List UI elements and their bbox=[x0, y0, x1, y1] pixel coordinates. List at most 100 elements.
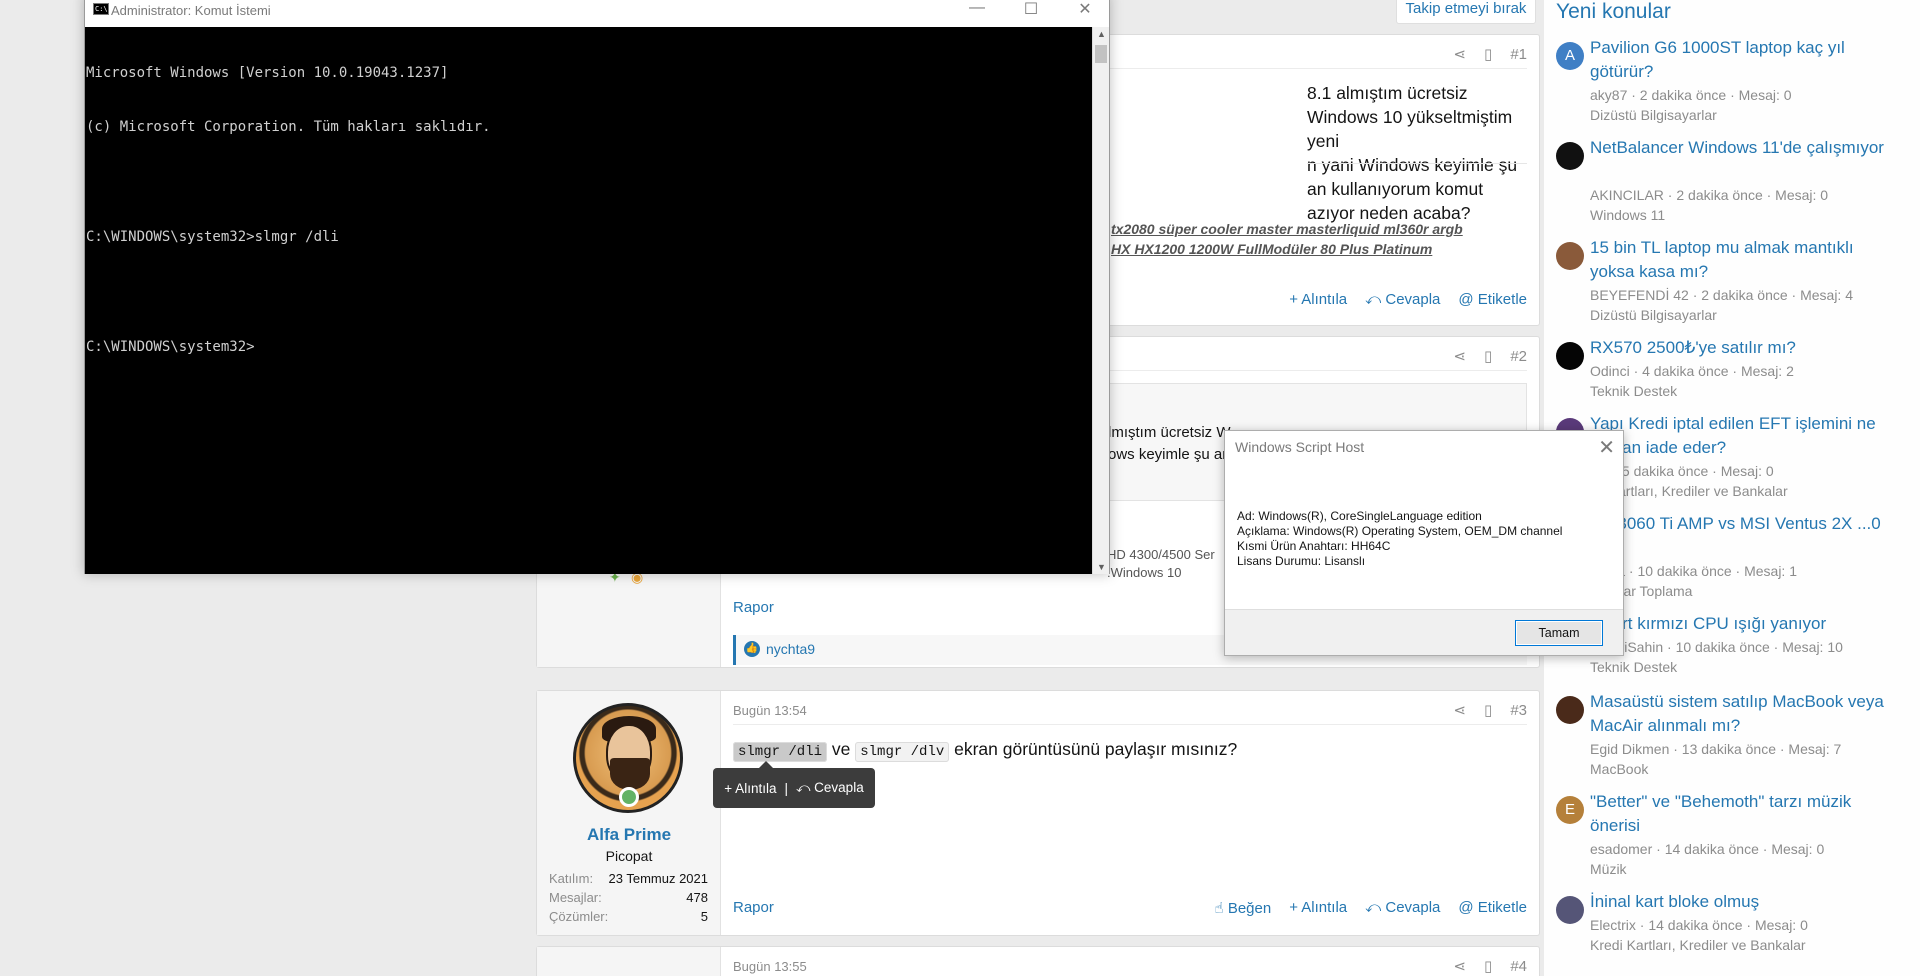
post-number[interactable]: #4 bbox=[1510, 958, 1527, 975]
post-date[interactable]: Bugün 13:55 bbox=[733, 959, 807, 974]
thread-title-link[interactable]: "Better" ve "Behemoth" tarzı müzik öneri… bbox=[1590, 790, 1890, 838]
cmd-console[interactable]: Microsoft Windows [Version 10.0.19043.12… bbox=[85, 27, 1093, 574]
maximize-icon[interactable]: ☐ bbox=[1011, 0, 1051, 19]
post-date[interactable]: Bugün 13:54 bbox=[733, 703, 807, 718]
inline-code: slmgr /dli bbox=[733, 742, 828, 762]
tooltip-quote-button[interactable]: + Alıntıla bbox=[724, 781, 776, 796]
thread-item[interactable]: NetBalancer Windows 11'de çalışmıyor AKIN… bbox=[1556, 136, 1916, 232]
avatar[interactable] bbox=[1556, 142, 1584, 170]
stat-row: Katılım: 23 Temmuz 2021 bbox=[549, 869, 708, 888]
thread-title-link[interactable]: ...kart kırmızı CPU ışığı yanıyor bbox=[1590, 612, 1890, 636]
selection-tooltip: + Alıntıla | ⤺ Cevapla bbox=[713, 761, 875, 808]
license-line: Lisans Durumu: Lisanslı bbox=[1237, 554, 1366, 568]
post-header: Bugün 13:54 ⋖ ▯ #3 bbox=[733, 699, 1527, 725]
user-title: Picopat bbox=[605, 848, 653, 864]
bookmark-icon[interactable]: ▯ bbox=[1484, 347, 1492, 365]
share-icon[interactable]: ⋖ bbox=[1453, 45, 1466, 63]
scroll-up-icon[interactable]: ▲ bbox=[1093, 29, 1110, 39]
share-icon[interactable]: ⋖ bbox=[1453, 701, 1466, 719]
stat-row: Çözümler: 5 bbox=[549, 907, 708, 926]
thread-forum-link[interactable]: Müzik bbox=[1590, 859, 1910, 879]
bookmark-icon[interactable]: ▯ bbox=[1484, 45, 1492, 63]
avatar[interactable] bbox=[1556, 696, 1584, 724]
share-icon[interactable]: ⋖ bbox=[1453, 347, 1466, 365]
thread-forum-link[interactable]: ...sayar Toplama bbox=[1590, 581, 1910, 601]
thread-forum-link[interactable]: ...i Kartları, Krediler ve Bankalar bbox=[1590, 481, 1910, 501]
thread-meta: ...n · 5 dakika önce · Mesaj: 0 bbox=[1590, 463, 1774, 479]
quote-line: ows keyimle şu an bbox=[1108, 446, 1231, 463]
inline-code: slmgr /dlv bbox=[855, 742, 950, 762]
minimize-icon[interactable]: — bbox=[957, 0, 997, 17]
post-number[interactable]: #1 bbox=[1510, 46, 1527, 63]
post-message: slmgr /dli ve slmgr /dlv ekran görüntüsü… bbox=[733, 737, 1527, 764]
like-icon: ☝ bbox=[1214, 900, 1228, 917]
share-icon[interactable]: ⋖ bbox=[1453, 957, 1466, 975]
avatar[interactable] bbox=[1556, 342, 1584, 370]
thread-item[interactable]: İninal kart bloke olmuş Electrix · 14 dak… bbox=[1556, 890, 1916, 976]
tooltip-reply-button[interactable]: ⤺ Cevapla bbox=[796, 780, 864, 796]
reply-button[interactable]: ⤺ Cevapla bbox=[1365, 291, 1440, 308]
reaction-user-link[interactable]: nychta9 bbox=[766, 641, 815, 657]
quote-button[interactable]: + Alıntıla bbox=[1289, 899, 1347, 917]
thread-forum-link[interactable]: Dizüstü Bilgisayarlar bbox=[1590, 105, 1910, 125]
report-link[interactable]: Rapor bbox=[733, 599, 774, 616]
thread-item[interactable]: A Pavilion G6 1000ST laptop kaç yıl götür… bbox=[1556, 36, 1916, 132]
quote-button[interactable]: + Alıntıla bbox=[1289, 291, 1347, 308]
unwatch-thread-button[interactable]: Takip etmeyi bırak bbox=[1396, 0, 1536, 24]
thread-title-link[interactable]: 15 bin TL laptop mu almak mantıklı yoksa… bbox=[1590, 236, 1890, 284]
thread-item[interactable]: Masaüstü sistem satılıp MacBook veya Mac… bbox=[1556, 690, 1916, 786]
signature-divider bbox=[1307, 163, 1527, 164]
scroll-thumb[interactable] bbox=[1095, 45, 1107, 63]
scroll-down-icon[interactable]: ▼ bbox=[1093, 562, 1110, 572]
thread-title-link[interactable]: Pavilion G6 1000ST laptop kaç yıl götürü… bbox=[1590, 36, 1890, 84]
tag-button[interactable]: @ Etiketle bbox=[1458, 291, 1527, 308]
signature-line[interactable]: HX HX1200 1200W FullModüler 80 Plus Plat… bbox=[1111, 241, 1432, 257]
thread-meta: Egid Dikmen · 13 dakika önce · Mesaj: 7 bbox=[1590, 741, 1842, 757]
avatar[interactable]: E bbox=[1556, 796, 1584, 824]
console-line: C:\WINDOWS\system32>slmgr /dli bbox=[86, 229, 339, 246]
thread-forum-link[interactable]: MacBook bbox=[1590, 759, 1910, 779]
ok-button[interactable]: Tamam bbox=[1515, 620, 1603, 646]
thread-forum-link[interactable]: Teknik Destek bbox=[1590, 657, 1910, 677]
signature-line[interactable]: tx2080 süper cooler master masterliquid … bbox=[1111, 221, 1463, 237]
thread-forum-link[interactable]: Teknik Destek bbox=[1590, 381, 1910, 401]
post-header-icons: ⋖ ▯ #2 bbox=[1453, 347, 1527, 366]
thread-title-link[interactable]: Masaüstü sistem satılıp MacBook veya Mac… bbox=[1590, 690, 1890, 738]
thread-forum-link[interactable]: Kredi Kartları, Krediler ve Bankalar bbox=[1590, 935, 1910, 955]
thread-title-link[interactable]: RX570 2500₺'ye satılır mı? bbox=[1590, 336, 1890, 360]
thread-title-link[interactable]: NetBalancer Windows 11'de çalışmıyor bbox=[1590, 136, 1890, 160]
username-link[interactable]: Alfa Prime bbox=[537, 825, 721, 845]
license-line: Açıklama: Windows(R) Operating System, O… bbox=[1237, 524, 1563, 538]
cmd-title: Administrator: Komut İstemi bbox=[111, 3, 271, 18]
thread-item[interactable]: E "Better" ve "Behemoth" tarzı müzik öner… bbox=[1556, 790, 1916, 886]
dialog-title: Windows Script Host bbox=[1235, 439, 1365, 455]
thread-forum-link[interactable]: Windows 11 bbox=[1590, 205, 1910, 225]
thread-title-link[interactable]: İninal kart bloke olmuş bbox=[1590, 890, 1890, 914]
avatar[interactable]: A bbox=[1556, 42, 1584, 70]
like-button[interactable]: ☝ Beğen bbox=[1215, 899, 1272, 917]
cmd-scrollbar[interactable]: ▲ ▼ bbox=[1092, 27, 1109, 574]
thread-title-link[interactable]: Yapı Kredi iptal edilen EFT işlemini ne … bbox=[1590, 412, 1890, 460]
sidebar-title: Yeni konular bbox=[1556, 0, 1671, 23]
reply-button[interactable]: ⤺ Cevapla bbox=[1365, 899, 1440, 917]
thread-item[interactable]: 15 bin TL laptop mu almak mantıklı yoksa… bbox=[1556, 236, 1916, 332]
thread-title-link[interactable]: ...c 3060 Ti AMP vs MSI Ventus 2X ...0 T… bbox=[1590, 512, 1890, 560]
reply-label: Cevapla bbox=[1385, 291, 1441, 308]
message-text: ve bbox=[827, 739, 856, 759]
cmd-titlebar[interactable]: C:\ Administrator: Komut İstemi bbox=[85, 0, 1109, 27]
avatar[interactable] bbox=[1556, 896, 1584, 924]
close-icon[interactable]: ✕ bbox=[1065, 0, 1105, 19]
thread-forum-link[interactable]: Dizüstü Bilgisayarlar bbox=[1590, 305, 1910, 325]
tooltip-separator: | bbox=[784, 780, 788, 796]
tag-button[interactable]: @ Etiketle bbox=[1458, 899, 1527, 917]
report-link[interactable]: Rapor bbox=[733, 899, 774, 916]
license-line: Ad: Windows(R), CoreSingleLanguage editi… bbox=[1237, 509, 1482, 523]
close-icon[interactable]: ✕ bbox=[1598, 435, 1615, 460]
post-number[interactable]: #2 bbox=[1510, 348, 1527, 365]
avatar[interactable] bbox=[1556, 242, 1584, 270]
bookmark-icon[interactable]: ▯ bbox=[1484, 701, 1492, 719]
bookmark-icon[interactable]: ▯ bbox=[1484, 957, 1492, 975]
post-number[interactable]: #3 bbox=[1510, 702, 1527, 719]
stat-key: Katılım: bbox=[549, 871, 594, 886]
